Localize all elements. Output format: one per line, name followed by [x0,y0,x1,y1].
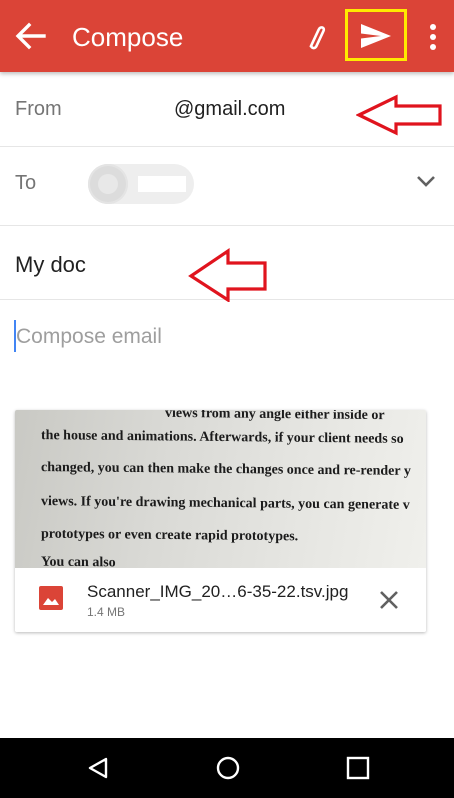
preview-text-line: You can also [41,554,116,568]
from-label: From [15,98,62,120]
nav-recents-icon[interactable] [346,756,370,780]
close-icon[interactable] [377,588,401,612]
preview-text-line: prototypes or even create rapid prototyp… [41,526,299,545]
attachment-file-size: 1.4 MB [87,605,126,619]
subject-field[interactable]: My doc [15,252,86,278]
preview-text-line: the house and animations. Afterwards, if… [41,428,404,447]
attachment-file-row: Scanner_IMG_20…6-35-22.tsv.jpg 1.4 MB [15,568,426,632]
attachment-card[interactable]: views from any angle either inside or th… [15,410,426,632]
to-row: To [0,147,454,226]
avatar [88,164,128,204]
from-account-selector[interactable]: @gmail.com [174,98,285,121]
nav-home-icon[interactable] [216,756,240,780]
arrow-back-icon[interactable] [14,22,46,50]
app-bar: Compose [0,0,454,72]
preview-text-line: views. If you're drawing mechanical part… [41,494,410,513]
annotation-arrow-icon [188,248,267,302]
system-nav-bar [0,738,454,798]
compose-body [0,300,454,400]
preview-text-line: changed, you can then make the changes o… [41,460,411,479]
chevron-down-icon[interactable] [414,173,438,189]
paperclip-icon[interactable] [300,22,332,52]
annotation-arrow-icon [356,94,442,136]
attachment-preview-image: views from any angle either inside or th… [15,410,426,568]
to-label: To [15,172,37,194]
recipient-name-redacted [138,176,186,192]
attachment-file-name: Scanner_IMG_20…6-35-22.tsv.jpg [87,582,349,601]
more-vert-icon[interactable] [424,22,442,52]
image-file-icon [39,586,63,610]
send-icon[interactable] [360,23,392,49]
nav-back-icon[interactable] [86,756,110,780]
recipient-chip[interactable] [88,164,194,204]
page-title: Compose [72,22,184,52]
compose-email-input[interactable] [16,320,416,354]
avatar-face [98,174,118,194]
preview-text-line: views from any angle either inside or [165,410,385,424]
send-button-highlight [345,9,407,61]
